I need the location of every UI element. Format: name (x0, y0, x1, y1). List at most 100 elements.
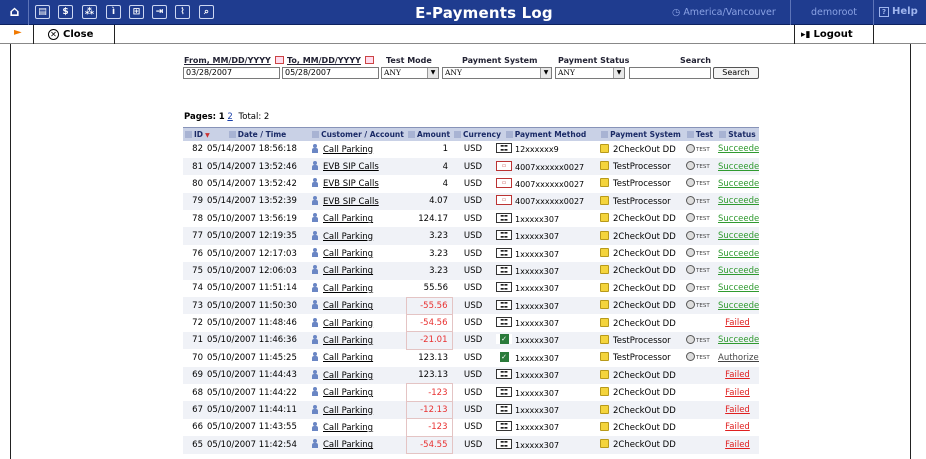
tree-icon[interactable]: ⊞ (129, 5, 144, 19)
timezone-link[interactable]: ◷ America/Vancouver (672, 7, 776, 18)
help-link[interactable]: ? Help (879, 6, 918, 17)
current-user[interactable]: demoroot (795, 7, 873, 18)
divider (28, 0, 29, 25)
dollar-icon[interactable]: $ (58, 5, 73, 19)
logout-label: Logout (813, 29, 853, 40)
col-header-status[interactable]: Status (716, 127, 759, 141)
cell-customer: EVB SIP Calls (310, 175, 406, 192)
customer-link[interactable]: Call Parking (323, 336, 373, 346)
cell-system: 2CheckOut DD (598, 210, 684, 227)
help-icon: ? (879, 7, 889, 17)
status-link[interactable]: Succeeded (718, 179, 759, 189)
sort-icon (686, 130, 694, 138)
status-link[interactable]: Authorized (718, 353, 759, 363)
from-date-input[interactable]: 03/28/2007 (183, 67, 280, 79)
search-input[interactable] (629, 67, 711, 79)
chart-icon[interactable]: ⌇ (175, 5, 190, 19)
export-icon[interactable]: ⇥ (152, 5, 167, 19)
customer-link[interactable]: Call Parking (323, 301, 373, 311)
col-header-currency[interactable]: Currency (452, 127, 501, 141)
customer-link[interactable]: EVB SIP Calls (323, 162, 379, 172)
status-link[interactable]: Failed (725, 388, 750, 398)
customer-link[interactable]: Call Parking (323, 214, 373, 224)
payment-system-select[interactable]: ANY ▼ (442, 67, 552, 79)
person-icon[interactable]: ì (106, 5, 121, 19)
cell-amount: -123 (405, 383, 453, 402)
search-button[interactable]: Search (713, 67, 759, 79)
status-link[interactable]: Succeeded (718, 335, 759, 345)
customer-link[interactable]: Call Parking (323, 423, 373, 433)
home-icon[interactable]: ⌂ (7, 5, 22, 19)
status-link[interactable]: Succeeded (718, 266, 759, 276)
payment-method-number: 1xxxxx307 (515, 423, 560, 433)
col-header-test[interactable]: Test (684, 127, 716, 141)
status-link[interactable]: Succeeded (718, 196, 759, 206)
status-link[interactable]: Failed (725, 318, 750, 328)
table-row: 70 05/10/2007 11:45:25 Call Parking 123.13 U… (183, 349, 759, 366)
status-link[interactable]: Failed (725, 405, 750, 415)
customer-link[interactable]: Call Parking (323, 371, 373, 381)
test-mode-select[interactable]: ANY ▼ (381, 67, 439, 79)
status-link[interactable]: Failed (725, 440, 750, 450)
customer-link[interactable]: Call Parking (323, 266, 373, 276)
cell-id: 70 (192, 352, 203, 363)
col-header-amount[interactable]: Amount (406, 127, 452, 141)
status-link[interactable]: Succeeded (718, 214, 759, 224)
customer-link[interactable]: EVB SIP Calls (323, 179, 379, 189)
cell-amount: 3.23 (406, 227, 452, 245)
logout-button[interactable]: ▸▮ Logout (801, 26, 853, 43)
calendar-icon[interactable] (274, 56, 284, 64)
col-header-datetime[interactable]: Date / Time (205, 127, 310, 141)
collapse-arrow-icon[interactable]: ► (14, 27, 22, 38)
cell-currency: USD (463, 144, 483, 155)
status-link[interactable]: Failed (725, 422, 750, 432)
grid-icon[interactable]: ▤ (35, 5, 50, 19)
status-link[interactable]: Succeeded (718, 301, 759, 311)
cell-customer: Call Parking (310, 419, 406, 436)
status-link[interactable]: Succeeded (718, 249, 759, 259)
col-header-id[interactable]: ID ▼ (183, 127, 210, 141)
customer-link[interactable]: EVB SIP Calls (323, 197, 379, 207)
cell-amount: -12.13 (405, 400, 453, 420)
customer-link[interactable]: Call Parking (323, 145, 373, 155)
calendar-icon[interactable] (364, 56, 374, 64)
cell-method: ▬▬ ▬▬ 1xxxxx307 (494, 419, 598, 436)
customer-link[interactable]: Call Parking (323, 319, 373, 329)
cell-currency: USD (463, 283, 483, 294)
customer-link[interactable]: Call Parking (323, 388, 373, 398)
table-row: 80 05/14/2007 13:52:42 EVB SIP Calls 4 USD ▭ 4… (183, 175, 759, 192)
customer-link[interactable]: Call Parking (323, 232, 373, 242)
col-header-method[interactable]: Payment Method (494, 127, 598, 141)
payment-status-select[interactable]: ANY ▼ (555, 67, 625, 79)
search-icon[interactable]: ⌕ (199, 5, 214, 19)
cell-currency: USD (452, 331, 494, 350)
customer-link[interactable]: Call Parking (323, 249, 373, 259)
status-link[interactable]: Failed (725, 370, 750, 380)
status-link[interactable]: Succeeded (718, 162, 759, 172)
col-header-customer[interactable]: Customer / Account (310, 127, 406, 141)
status-link[interactable]: Succeeded (718, 283, 759, 293)
table-row: 67 05/10/2007 11:44:11 Call Parking -12.13 U… (183, 400, 759, 420)
status-link[interactable]: Succeeded (718, 144, 759, 154)
customer-icon (312, 248, 318, 258)
customer-link[interactable]: Call Parking (323, 406, 373, 416)
customer-link[interactable]: Call Parking (323, 284, 373, 294)
customer-link[interactable]: Call Parking (323, 353, 373, 363)
table-row: 74 05/10/2007 11:51:14 Call Parking 55.56 US… (183, 280, 759, 297)
cell-test: TEST (684, 210, 716, 227)
customer-link[interactable]: Call Parking (323, 440, 373, 450)
to-date-input[interactable]: 05/28/2007 (282, 67, 379, 79)
payment-method-number: 1xxxxx307 (515, 353, 560, 363)
cell-system: 2CheckOut DD (598, 401, 684, 419)
payment-system-icon (600, 265, 609, 275)
status-link[interactable]: Succeeded (718, 231, 759, 241)
cell-status: Failed (716, 384, 759, 401)
customer-icon (312, 334, 318, 344)
payment-system-name: 2CheckOut DD (613, 422, 676, 433)
network-icon[interactable]: ⁂ (82, 5, 97, 19)
cell-system: TestProcessor (598, 175, 684, 192)
cell-datetime: 05/10/2007 11:42:54 (205, 436, 310, 454)
close-button[interactable]: ✕ Close (48, 26, 93, 43)
page-link[interactable]: 2 (227, 112, 232, 122)
col-header-system[interactable]: Payment System (598, 127, 684, 141)
